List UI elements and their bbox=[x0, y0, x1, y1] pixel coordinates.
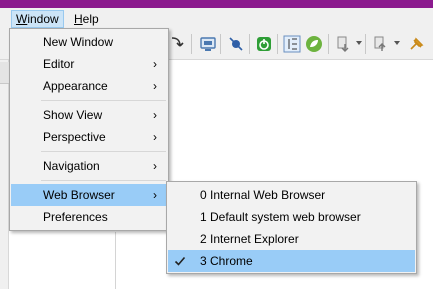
toolbar-separator bbox=[249, 34, 250, 54]
browser-item-label: 3 Chrome bbox=[200, 254, 253, 268]
menu-item-perspective[interactable]: Perspective › bbox=[11, 126, 167, 148]
menu-item-label: New Window bbox=[43, 35, 114, 49]
next-annotation-icon[interactable] bbox=[372, 35, 390, 53]
breakpoint-skip-icon[interactable] bbox=[227, 35, 245, 53]
submenu-arrow-icon: › bbox=[153, 159, 157, 173]
menu-item-editor[interactable]: Editor › bbox=[11, 53, 167, 75]
toolbar-separator bbox=[191, 34, 192, 54]
menu-help-mnemonic: H bbox=[74, 12, 83, 26]
toolbar-separator bbox=[220, 34, 221, 54]
pin-icon[interactable] bbox=[408, 35, 426, 53]
download-icon[interactable] bbox=[335, 35, 353, 53]
submenu-arrow-icon: › bbox=[153, 188, 157, 202]
browser-item-label: 0 Internal Web Browser bbox=[200, 188, 326, 202]
monitor-icon[interactable] bbox=[199, 35, 217, 53]
toolbar-separator bbox=[328, 34, 329, 54]
submenu-arrow-icon: › bbox=[153, 79, 157, 93]
menu-item-label: Preferences bbox=[43, 210, 108, 224]
toolbar-separator bbox=[365, 34, 366, 54]
menu-window-mnemonic: W bbox=[16, 12, 28, 26]
submenu-arrow-icon: › bbox=[153, 130, 157, 144]
submenu-arrow-icon: › bbox=[153, 57, 157, 71]
left-panel-edge bbox=[0, 60, 9, 289]
browser-item-internet-explorer[interactable]: 2 Internet Explorer bbox=[168, 228, 415, 250]
spring-leaf-icon[interactable] bbox=[305, 35, 323, 53]
menu-separator bbox=[41, 100, 166, 101]
submenu-arrow-icon: › bbox=[153, 108, 157, 122]
menu-item-navigation[interactable]: Navigation › bbox=[11, 155, 167, 177]
menu-item-label: Perspective bbox=[43, 130, 106, 144]
menu-item-appearance[interactable]: Appearance › bbox=[11, 75, 167, 97]
toolbar-separator bbox=[277, 34, 278, 54]
browser-item-label: 1 Default system web browser bbox=[200, 210, 361, 224]
menu-item-new-window[interactable]: New Window bbox=[11, 31, 167, 53]
checkmark-icon bbox=[174, 256, 186, 266]
toolbar-arrow-icon[interactable] bbox=[170, 35, 188, 53]
menu-item-label: Appearance bbox=[43, 79, 108, 93]
toggle-layout-icon[interactable] bbox=[283, 35, 301, 53]
menu-window-label: indow bbox=[27, 12, 59, 26]
annotation-dropdown-caret[interactable] bbox=[394, 41, 400, 45]
menu-item-preferences[interactable]: Preferences bbox=[11, 206, 167, 228]
window-menu: New Window Editor › Appearance › Show Vi… bbox=[9, 28, 169, 231]
menu-item-label: Editor bbox=[43, 57, 75, 71]
menu-window[interactable]: Window bbox=[11, 10, 64, 28]
spring-boot-icon[interactable] bbox=[255, 35, 273, 53]
menu-item-web-browser[interactable]: Web Browser › bbox=[11, 184, 167, 206]
download-dropdown-caret[interactable] bbox=[356, 41, 362, 45]
menu-item-label: Navigation bbox=[43, 159, 100, 173]
menu-item-label: Show View bbox=[43, 108, 103, 122]
browser-item-default-system[interactable]: 1 Default system web browser bbox=[168, 206, 415, 228]
menu-separator bbox=[41, 180, 166, 181]
menu-help-label: elp bbox=[82, 12, 99, 26]
web-browser-submenu: 0 Internal Web Browser 1 Default system … bbox=[166, 181, 417, 274]
browser-item-internal[interactable]: 0 Internal Web Browser bbox=[168, 184, 415, 206]
menu-item-label: Web Browser bbox=[43, 188, 115, 202]
window-title-strip bbox=[0, 0, 433, 8]
menu-help[interactable]: Help bbox=[70, 10, 103, 28]
left-panel-tab[interactable] bbox=[0, 62, 9, 84]
menu-bar: Window Help bbox=[0, 8, 433, 28]
browser-item-chrome[interactable]: 3 Chrome bbox=[168, 250, 415, 272]
menu-separator bbox=[41, 151, 166, 152]
menu-item-show-view[interactable]: Show View › bbox=[11, 104, 167, 126]
editor-divider bbox=[115, 232, 116, 289]
browser-item-label: 2 Internet Explorer bbox=[200, 232, 299, 246]
